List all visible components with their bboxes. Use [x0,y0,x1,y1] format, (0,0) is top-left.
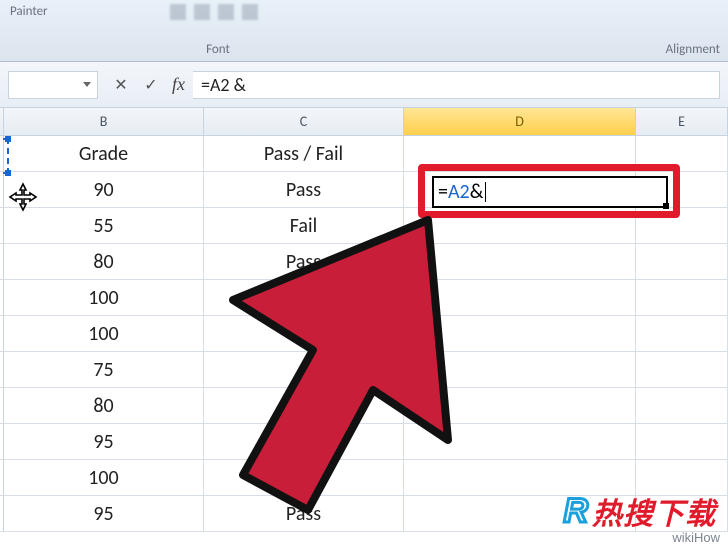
chevron-down-icon[interactable] [83,82,91,87]
cell-E1[interactable] [636,136,728,171]
ribbon: Painter Font Alignment [0,0,728,62]
fill-handle[interactable] [663,203,669,209]
cell-B5[interactable]: 100 [4,280,204,315]
cell-B7[interactable]: 75 [4,352,204,387]
column-header-D[interactable]: D [404,108,636,135]
cell-B6[interactable]: 100 [4,316,204,351]
column-headers: B C D E [0,108,728,136]
row-header: Grade Pass / Fail [0,136,728,172]
border-icon[interactable] [242,4,258,20]
cell-D1[interactable] [404,136,636,171]
cell-C8[interactable] [204,388,404,423]
ribbon-toolbar [170,4,258,20]
cell-B2[interactable]: 90 [4,172,204,207]
cell-C3[interactable]: Fail [204,208,404,243]
cell-B3[interactable]: 55 [4,208,204,243]
formula-bar: ✕ ✓ fx =A2 & [0,62,728,108]
cell-B11[interactable]: 95 [4,496,204,531]
spreadsheet-grid[interactable]: B C D E Grade Pass / Fail 90Pass 55Fail … [0,108,728,549]
cell-C5[interactable] [204,280,404,315]
confirm-formula-button[interactable]: ✓ [136,71,166,99]
italic-icon[interactable] [194,4,210,20]
cancel-formula-button[interactable]: ✕ [106,71,136,99]
column-header-B[interactable]: B [4,108,204,135]
cell-B8[interactable]: 80 [4,388,204,423]
cell-B1[interactable]: Grade [4,136,204,171]
fx-icon[interactable]: fx [172,74,185,95]
name-box[interactable] [8,71,98,99]
cell-C9[interactable]: Pas [204,424,404,459]
cell-C2[interactable]: Pass [204,172,404,207]
cell-C4[interactable]: Pass [204,244,404,279]
underline-icon[interactable] [218,4,234,20]
ribbon-group-font-label: Font [118,42,318,57]
cell-B10[interactable]: 100 [4,460,204,495]
cell-reference: A2 [448,180,470,204]
column-header-E[interactable]: E [636,108,728,135]
cell-B9[interactable]: 95 [4,424,204,459]
editing-cell-D2[interactable]: =A2 & [432,176,668,208]
bold-icon[interactable] [170,4,186,20]
format-painter-label: Painter [10,4,48,19]
cell-C11[interactable]: Pass [204,496,404,531]
watermark-wikihow: wikiHow [672,530,720,545]
formula-input[interactable]: =A2 & [193,71,720,99]
ribbon-group-alignment-label: Alignment [666,42,720,57]
column-header-C[interactable]: C [204,108,404,135]
cell-C10[interactable]: Pass [204,460,404,495]
cell-C6[interactable] [204,316,404,351]
cell-B4[interactable]: 80 [4,244,204,279]
cell-C1[interactable]: Pass / Fail [204,136,404,171]
cell-C7[interactable] [204,352,404,387]
